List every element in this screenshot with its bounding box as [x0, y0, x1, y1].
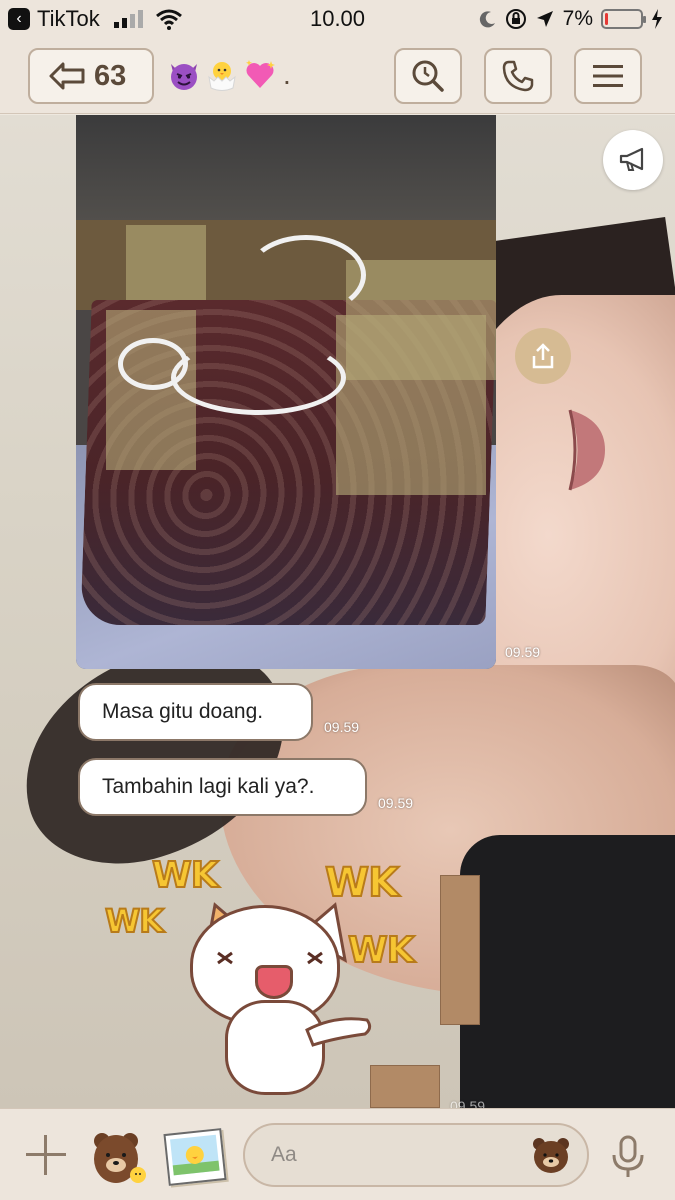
brown-bear-sticker-icon — [94, 1133, 146, 1183]
search-icon — [412, 60, 444, 92]
message-text: Tambahin lagi kali ya?. — [102, 775, 315, 798]
smiling-devil-emoji-icon — [167, 58, 201, 92]
message-time: 09.59 — [505, 644, 541, 660]
photo-album-icon — [170, 1134, 220, 1176]
photo-tape — [126, 225, 206, 300]
chat-title[interactable]: . — [167, 58, 291, 92]
battery-level — [605, 13, 608, 25]
cat-laughing-sticker[interactable]: WK WK WK WK — [100, 850, 420, 1110]
phone-icon — [502, 60, 534, 92]
input-bar — [0, 1108, 675, 1200]
photo-wall — [76, 115, 496, 235]
message-bubble[interactable]: Tambahin lagi kali ya?. — [78, 758, 367, 816]
share-button[interactable] — [515, 328, 571, 384]
cat-pointing-paw-icon — [305, 1017, 372, 1047]
hamburger-menu-icon — [593, 65, 623, 87]
menu-button[interactable] — [574, 48, 642, 104]
location-arrow-icon — [536, 11, 553, 27]
orientation-lock-icon — [505, 9, 526, 29]
background-lips — [568, 409, 605, 491]
photo-rope — [246, 235, 366, 315]
megaphone-icon — [619, 147, 644, 171]
microphone-icon — [612, 1135, 644, 1177]
photo-album-button[interactable] — [163, 1128, 227, 1186]
hatching-chick-emoji-icon — [205, 58, 239, 92]
sparkling-heart-emoji-icon — [243, 58, 277, 92]
sticker-text: WK — [104, 901, 165, 941]
share-icon — [532, 343, 554, 369]
unread-count: 63 — [94, 59, 127, 92]
moon-icon — [479, 11, 495, 28]
cat-eyes-icon — [217, 951, 323, 965]
message-time: 09.59 — [378, 795, 414, 811]
call-button[interactable] — [484, 48, 552, 104]
background-shirt — [460, 835, 675, 1108]
announcement-button[interactable] — [603, 130, 663, 190]
microphone-button[interactable] — [610, 1135, 646, 1179]
brown-bear-emoji-icon — [533, 1138, 569, 1173]
sticker-button[interactable] — [90, 1127, 148, 1187]
back-arrow-icon — [49, 62, 85, 90]
sticker-text: WK — [151, 854, 220, 897]
back-button[interactable]: 63 — [28, 48, 154, 104]
photo-rope — [171, 340, 346, 415]
photo-tape — [336, 315, 486, 495]
photo-message[interactable] — [76, 115, 496, 669]
plus-icon[interactable] — [26, 1135, 66, 1175]
emoji-button[interactable] — [531, 1136, 571, 1174]
message-bubble[interactable]: Masa gitu doang. — [78, 683, 313, 741]
status-right: 7% — [479, 7, 663, 31]
status-bar: ‹ TikTok 10.00 7% — [0, 0, 675, 38]
charging-bolt-icon — [652, 9, 662, 29]
search-button[interactable] — [394, 48, 462, 104]
chat-title-text: . — [283, 59, 291, 90]
battery-percent: 7% — [562, 7, 593, 30]
chat-header: 63 . — [0, 38, 675, 114]
message-time: 09.59 — [324, 719, 360, 735]
message-text: Masa gitu doang. — [102, 700, 264, 723]
battery-icon — [601, 9, 646, 29]
background-box — [440, 875, 480, 1025]
sticker-text: WK — [347, 929, 416, 972]
